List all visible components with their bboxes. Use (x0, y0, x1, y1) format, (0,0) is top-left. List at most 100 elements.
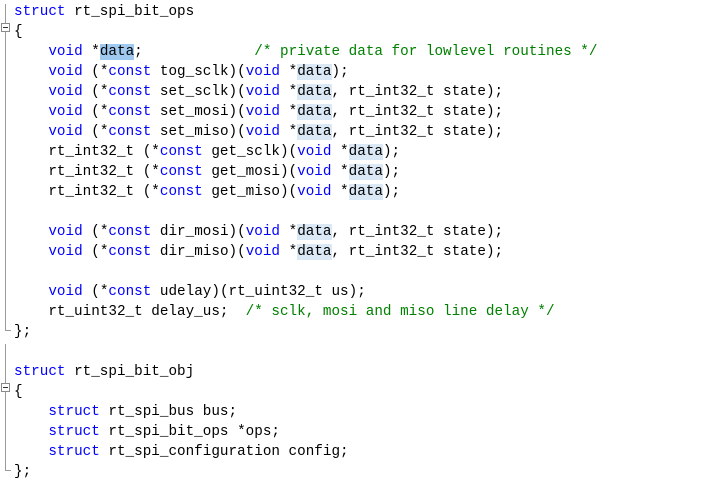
code-line[interactable]: struct rt_spi_bit_ops (14, 2, 597, 22)
code-token: (* (82, 284, 109, 300)
code-keyword: const (159, 164, 203, 180)
code-keyword: struct (48, 424, 100, 440)
code-line[interactable]: rt_uint32_t delay_us; /* sclk, mosi and … (14, 302, 597, 322)
code-token: (* (82, 124, 109, 140)
fold-end-marker (5, 470, 11, 471)
code-keyword: const (108, 244, 152, 260)
code-line[interactable]: void (*const set_sclk)(void *data, rt_in… (14, 82, 597, 102)
code-line[interactable]: struct rt_spi_bit_ops *ops; (14, 422, 597, 442)
code-keyword: void (48, 64, 83, 80)
code-line[interactable]: struct rt_spi_configuration config; (14, 442, 597, 462)
code-token: rt_spi_bit_ops *ops; (99, 424, 280, 440)
code-token: * (331, 144, 349, 160)
code-editor[interactable]: struct rt_spi_bit_ops{ void *data; /* pr… (0, 0, 702, 488)
code-text-area[interactable]: struct rt_spi_bit_ops{ void *data; /* pr… (14, 2, 597, 482)
fold-collapse-icon[interactable] (1, 23, 10, 32)
code-token: tog_sclk)( (151, 64, 246, 80)
code-keyword: const (108, 284, 152, 300)
code-line[interactable] (14, 342, 597, 362)
code-keyword: const (159, 144, 203, 160)
fold-gutter (0, 0, 12, 488)
code-token: ); (382, 144, 401, 160)
fold-line (5, 344, 6, 383)
code-line[interactable]: void (*const set_miso)(void *data, rt_in… (14, 122, 597, 142)
highlighted-identifier: data (348, 164, 383, 180)
code-token: , rt_int32_t state); (331, 104, 504, 120)
code-line[interactable] (14, 202, 597, 222)
code-keyword: void (245, 224, 281, 240)
code-token: , rt_int32_t state); (331, 244, 504, 260)
code-keyword: void (245, 124, 281, 140)
code-line[interactable]: void (*const tog_sclk)(void *data); (14, 62, 597, 82)
code-line[interactable]: { (14, 382, 597, 402)
code-keyword: struct (14, 4, 66, 20)
code-keyword: void (48, 224, 83, 240)
code-line[interactable]: void (*const udelay)(rt_uint32_t us); (14, 282, 597, 302)
code-line[interactable]: void (*const dir_miso)(void *data, rt_in… (14, 242, 597, 262)
code-token: * (331, 164, 349, 180)
code-comment: /* private data for lowlevel routines */ (254, 44, 598, 60)
code-line[interactable]: }; (14, 322, 597, 342)
code-line[interactable]: rt_int32_t (*const get_miso)(void *data)… (14, 182, 597, 202)
code-token: ); (382, 164, 401, 180)
code-line[interactable]: struct rt_spi_bit_obj (14, 362, 597, 382)
fold-line (5, 392, 6, 470)
code-token: ); (382, 184, 401, 200)
code-keyword: void (48, 104, 83, 120)
code-token: (* (82, 104, 109, 120)
code-token: rt_int32_t (* (14, 184, 160, 200)
code-line[interactable]: rt_int32_t (*const get_sclk)(void *data)… (14, 142, 597, 162)
code-token: udelay)(rt_uint32_t us); (151, 284, 366, 300)
code-keyword: struct (14, 364, 66, 380)
code-keyword: void (48, 284, 83, 300)
code-token: get_sclk)( (202, 144, 298, 160)
code-token: , rt_int32_t state); (331, 124, 504, 140)
code-token: * (280, 64, 298, 80)
code-token: * (82, 44, 100, 60)
code-token: * (280, 124, 298, 140)
highlighted-identifier: data (297, 244, 332, 260)
code-token: }; (14, 324, 32, 340)
code-token: * (280, 104, 298, 120)
code-token: ; (134, 44, 255, 60)
selected-identifier: data (99, 44, 135, 60)
code-token: , rt_int32_t state); (331, 224, 504, 240)
code-token: dir_mosi)( (151, 224, 246, 240)
code-line[interactable]: struct rt_spi_bus bus; (14, 402, 597, 422)
code-line[interactable]: }; (14, 462, 597, 482)
code-token: }; (14, 464, 32, 480)
code-line[interactable]: void (*const set_mosi)(void *data, rt_in… (14, 102, 597, 122)
code-line[interactable]: void *data; /* private data for lowlevel… (14, 42, 597, 62)
fold-line (5, 4, 6, 23)
fold-line (5, 32, 6, 330)
code-line[interactable]: { (14, 22, 597, 42)
fold-collapse-icon[interactable] (1, 383, 10, 392)
code-token: (* (82, 84, 109, 100)
code-keyword: const (108, 104, 152, 120)
fold-end-marker (5, 330, 11, 331)
code-keyword: void (245, 64, 281, 80)
code-token: (* (82, 64, 109, 80)
code-keyword: struct (48, 404, 100, 420)
code-line[interactable]: rt_int32_t (*const get_mosi)(void *data)… (14, 162, 597, 182)
code-line[interactable]: void (*const dir_mosi)(void *data, rt_in… (14, 222, 597, 242)
code-token: rt_uint32_t delay_us; (14, 304, 246, 320)
code-token: rt_int32_t (* (14, 164, 160, 180)
code-keyword: const (108, 224, 152, 240)
code-token: get_miso)( (202, 184, 298, 200)
code-token: ); (331, 64, 349, 80)
code-keyword: const (108, 64, 152, 80)
code-line[interactable] (14, 262, 597, 282)
code-token: set_sclk)( (151, 84, 246, 100)
code-keyword: void (297, 164, 332, 180)
code-token: rt_spi_bit_obj (65, 364, 195, 380)
highlighted-identifier: data (297, 224, 332, 240)
